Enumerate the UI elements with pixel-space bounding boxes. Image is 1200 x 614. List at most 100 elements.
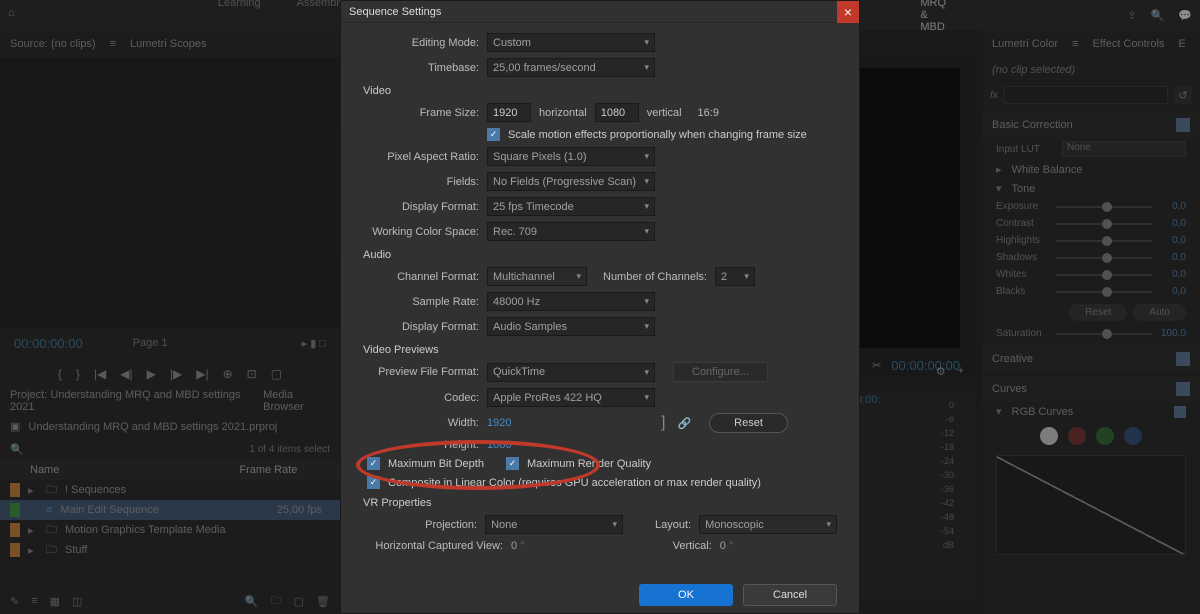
sample-rate-select[interactable]: 48000 Hz xyxy=(487,292,655,311)
audio-display-select[interactable]: Audio Samples xyxy=(487,317,655,336)
section-toggle[interactable] xyxy=(1176,352,1190,366)
par-select[interactable]: Square Pixels (1.0) xyxy=(487,147,655,166)
pff-select[interactable]: QuickTime xyxy=(487,363,655,382)
contrast-slider[interactable] xyxy=(1056,223,1152,225)
lumetri-scopes-tab[interactable]: Lumetri Scopes xyxy=(130,38,206,50)
search-global-icon[interactable]: 🔍 xyxy=(1151,9,1165,22)
rgb-toggle[interactable] xyxy=(1174,406,1186,418)
timebase-select[interactable]: 25,00 frames/second xyxy=(487,58,655,77)
add-icon[interactable]: + xyxy=(958,365,964,377)
saturation-slider[interactable] xyxy=(1056,333,1152,335)
chat-icon[interactable]: 💬 xyxy=(1178,9,1192,22)
editing-mode-select[interactable]: Custom xyxy=(487,33,655,52)
panel-menu-icon[interactable]: ≡ xyxy=(1072,38,1078,50)
lut-select[interactable]: None xyxy=(1062,141,1186,157)
tab-mrq[interactable]: MRQ & MBD xyxy=(902,0,964,39)
whites-slider[interactable] xyxy=(1056,274,1152,276)
section-toggle[interactable] xyxy=(1176,382,1190,396)
rgb-curves-label[interactable]: RGB Curves xyxy=(1012,406,1074,418)
fields-select[interactable]: No Fields (Progressive Scan) xyxy=(487,172,655,191)
bin-name[interactable]: ! Sequences xyxy=(65,484,126,496)
freeform-icon[interactable]: ◫ xyxy=(72,595,82,608)
blue-curve-icon[interactable] xyxy=(1124,427,1142,445)
search-icon[interactable]: 🔍 xyxy=(10,443,24,456)
saturation-value[interactable]: 100,0 xyxy=(1158,328,1186,339)
goto-in-icon[interactable]: |◀ xyxy=(94,367,106,381)
goto-out-icon[interactable]: ▶| xyxy=(196,367,208,381)
curve-editor[interactable] xyxy=(996,455,1186,555)
col-framerate[interactable]: Frame Rate xyxy=(239,464,297,476)
white-balance-label[interactable]: White Balance xyxy=(1012,164,1083,176)
step-fwd-icon[interactable]: |▶ xyxy=(170,367,182,381)
tab-overflow[interactable]: E xyxy=(1178,38,1185,50)
mrq-checkbox[interactable] xyxy=(506,457,519,470)
green-curve-icon[interactable] xyxy=(1096,427,1114,445)
cancel-button[interactable]: Cancel xyxy=(743,584,837,606)
panel-menu-icon[interactable]: ≡ xyxy=(110,38,116,50)
blacks-value[interactable]: 0,0 xyxy=(1158,286,1186,297)
find-icon[interactable]: 🔍 xyxy=(245,595,259,608)
basic-correction-header[interactable]: Basic Correction xyxy=(992,119,1073,131)
reset-effect-icon[interactable]: ↺ xyxy=(1174,86,1192,104)
expand-icon[interactable]: ▸ xyxy=(28,524,38,537)
expand-icon[interactable]: ▸ xyxy=(28,484,38,497)
frame-width-input[interactable]: 1920 xyxy=(487,103,531,122)
markers-icon[interactable]: ▸ ▮ □ xyxy=(302,337,326,350)
collapse-icon[interactable]: ▸ xyxy=(996,163,1002,176)
tone-label[interactable]: Tone xyxy=(1012,183,1036,195)
icon-view-icon[interactable]: ▦ xyxy=(50,595,60,608)
settings-icon[interactable]: ⚙ xyxy=(936,365,946,378)
shadows-slider[interactable] xyxy=(1056,257,1152,259)
export-icon[interactable]: ⇪ xyxy=(1127,9,1136,22)
scale-motion-checkbox[interactable] xyxy=(487,128,500,141)
configure-button[interactable]: Configure... xyxy=(673,362,768,382)
export-frame-icon[interactable]: ▢ xyxy=(271,367,282,381)
edit-icon[interactable]: ✎ xyxy=(10,595,19,608)
projection-select[interactable]: None xyxy=(485,515,623,534)
highlights-value[interactable]: 0,0 xyxy=(1158,235,1186,246)
trash-icon[interactable]: 🗑 xyxy=(316,595,330,608)
auto-tone-button[interactable]: Auto xyxy=(1133,304,1186,321)
new-bin-icon[interactable]: 🗀 xyxy=(271,592,282,611)
bin-name[interactable]: Stuff xyxy=(65,544,87,556)
mark-out-icon[interactable]: } xyxy=(76,367,80,381)
highlights-slider[interactable] xyxy=(1056,240,1152,242)
bin-name[interactable]: Motion Graphics Template Media xyxy=(65,524,226,536)
sequence-name[interactable]: Main Edit Sequence xyxy=(60,504,158,516)
collapse-icon[interactable]: ▾ xyxy=(996,405,1002,418)
whites-value[interactable]: 0,0 xyxy=(1158,269,1186,280)
media-browser-tab[interactable]: Media Browser xyxy=(263,389,330,413)
wcs-select[interactable]: Rec. 709 xyxy=(487,222,655,241)
section-toggle[interactable] xyxy=(1176,118,1190,132)
frame-height-input[interactable]: 1080 xyxy=(595,103,639,122)
contrast-value[interactable]: 0,0 xyxy=(1158,218,1186,229)
step-back-icon[interactable]: ◀| xyxy=(120,367,132,381)
ok-button[interactable]: OK xyxy=(639,584,733,606)
blacks-slider[interactable] xyxy=(1056,291,1152,293)
shadows-value[interactable]: 0,0 xyxy=(1158,252,1186,263)
exposure-value[interactable]: 0,0 xyxy=(1158,201,1186,212)
home-icon[interactable]: ⌂ xyxy=(8,7,24,23)
link-icon[interactable]: 🔗 xyxy=(677,417,691,430)
preview-width[interactable]: 1920 xyxy=(487,417,521,429)
display-format-select[interactable]: 25 fps Timecode xyxy=(487,197,655,216)
preview-height[interactable]: 1080 xyxy=(487,439,521,451)
close-icon[interactable]: × xyxy=(837,1,859,23)
curves-header[interactable]: Curves xyxy=(992,383,1027,395)
mbd-checkbox[interactable] xyxy=(367,457,380,470)
play-icon[interactable]: ▶ xyxy=(147,367,156,381)
insert-icon[interactable]: ⊕ xyxy=(223,367,233,381)
effect-controls-tab[interactable]: Effect Controls xyxy=(1092,38,1164,50)
reset-tone-button[interactable]: Reset xyxy=(1069,304,1127,321)
creative-header[interactable]: Creative xyxy=(992,353,1033,365)
num-channels-select[interactable]: 2 xyxy=(715,267,755,286)
col-name[interactable]: Name xyxy=(30,464,59,476)
exposure-slider[interactable] xyxy=(1056,206,1152,208)
red-curve-icon[interactable] xyxy=(1068,427,1086,445)
expand-icon[interactable]: ▸ xyxy=(28,544,38,557)
project-tab[interactable]: Project: Understanding MRQ and MBD setti… xyxy=(10,389,245,413)
mark-in-icon[interactable]: { xyxy=(58,367,62,381)
fx-field[interactable] xyxy=(1004,86,1168,104)
codec-select[interactable]: Apple ProRes 422 HQ xyxy=(487,388,655,407)
collapse-icon[interactable]: ▾ xyxy=(996,182,1002,195)
